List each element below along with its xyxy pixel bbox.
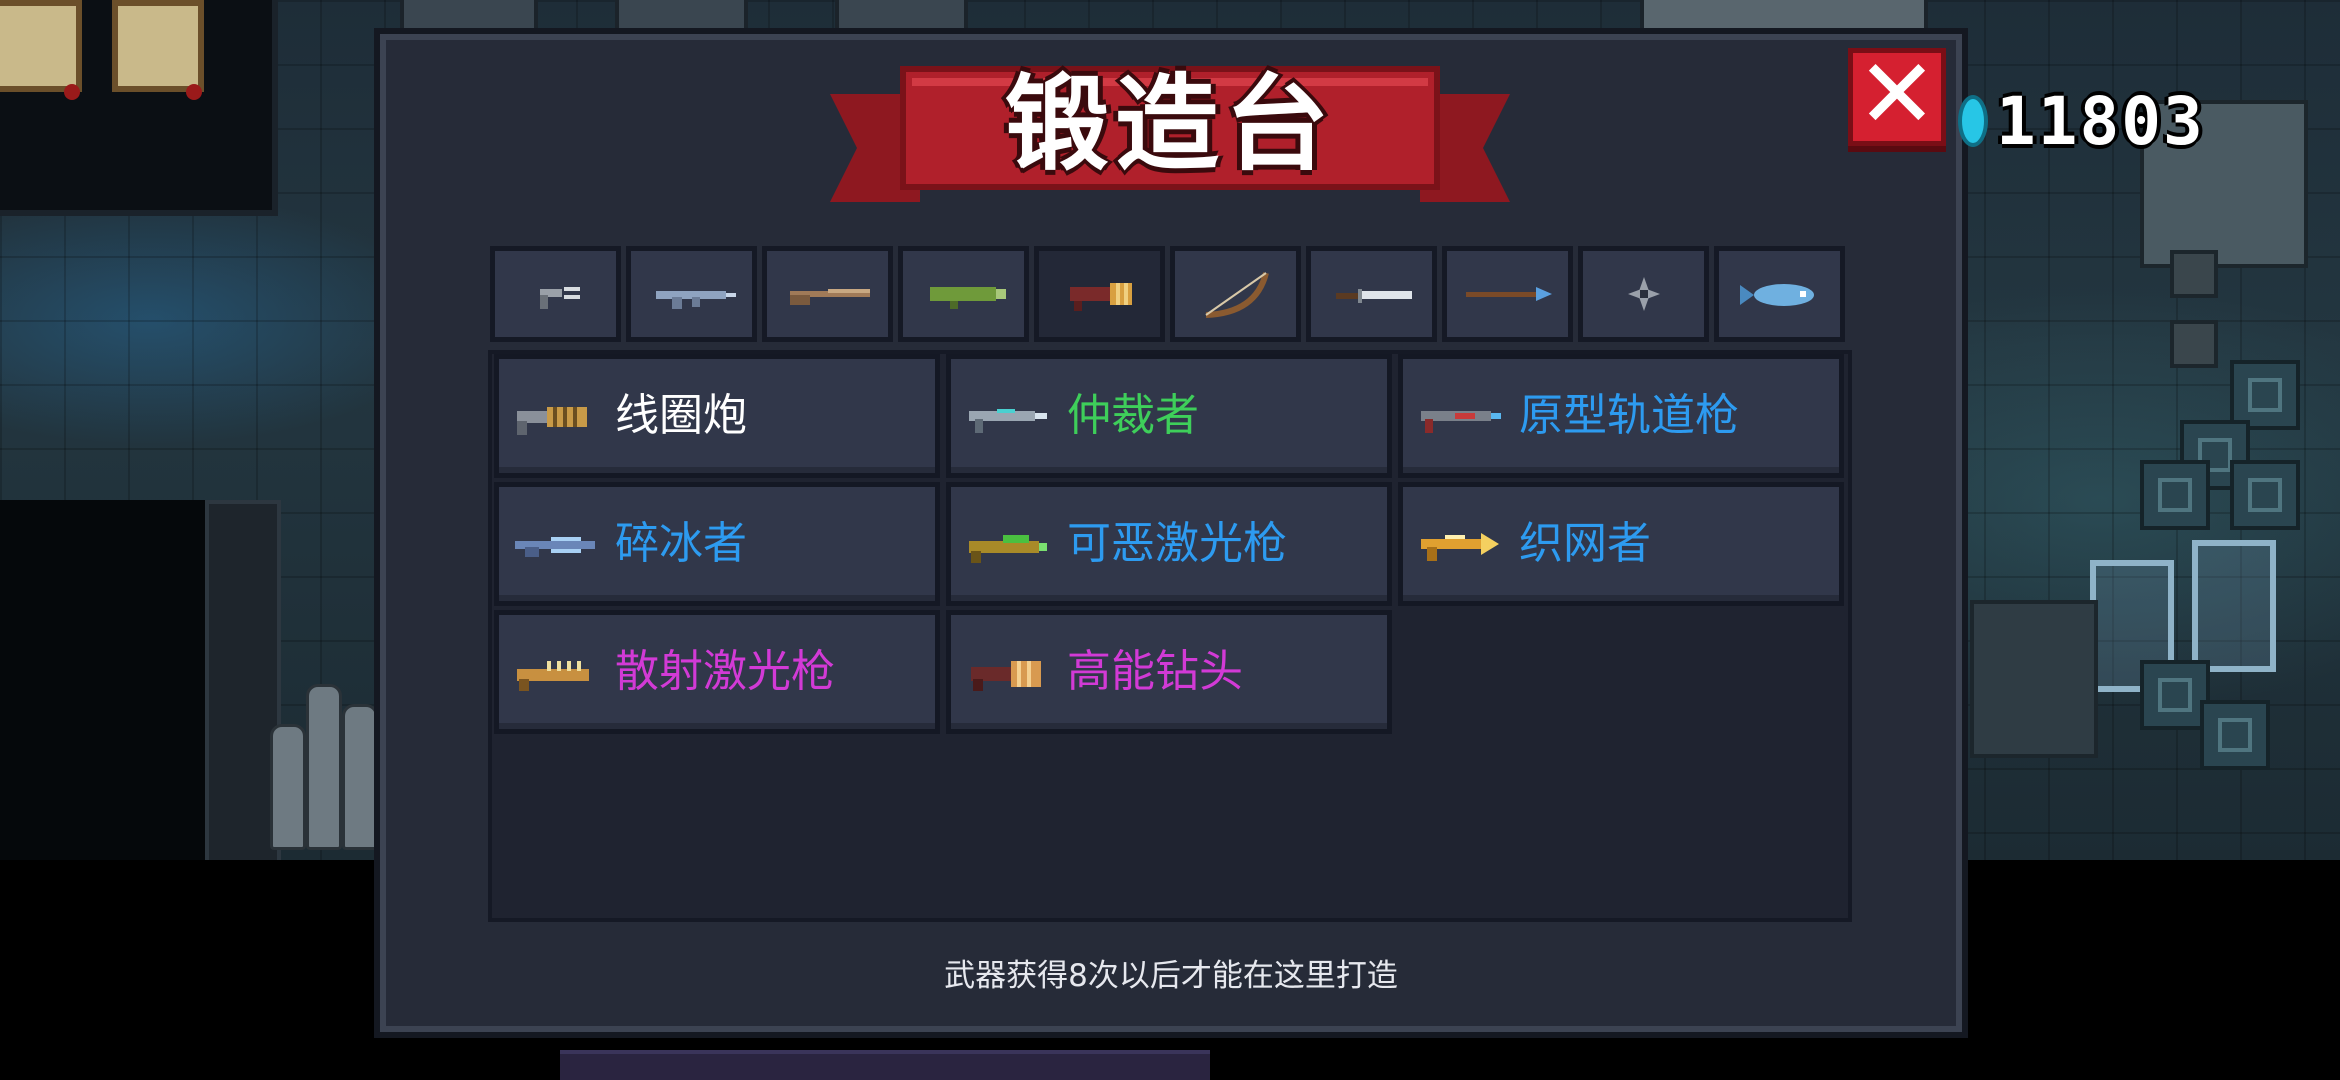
weapon-name: 散射激光枪 — [615, 646, 835, 697]
throwing-star-icon — [1627, 277, 1660, 311]
spear-icon — [1465, 287, 1552, 301]
coin-value: 11803 — [1996, 82, 2205, 160]
arbiter-icon — [969, 409, 1047, 433]
weapon-scatter-laser-gun[interactable]: 散射激光枪 — [494, 610, 940, 734]
close-icon: ✕ — [1856, 38, 1938, 150]
weapon-name: 仲裁者 — [1067, 390, 1199, 441]
forge-requirement-note: 武器获得8次以后才能在这里打造 — [944, 958, 1398, 994]
laser-cannon-icon — [1069, 283, 1132, 311]
gem-coin-icon — [1958, 95, 1988, 147]
coin-counter: 11803 — [1958, 83, 2205, 160]
scatter-laser-gun-icon — [517, 661, 589, 691]
weapon-name: 原型轨道枪 — [1519, 390, 1739, 441]
web-weaver-icon — [1421, 533, 1499, 561]
coil-cannon-icon — [517, 407, 587, 435]
tab-throwing-stars[interactable] — [1578, 246, 1709, 342]
prototype-railgun-icon — [1421, 411, 1501, 433]
bow-icon — [1204, 272, 1269, 318]
nasty-laser-gun-icon — [969, 535, 1047, 563]
pistol-icon — [539, 287, 580, 309]
tab-laser-cannons[interactable] — [1034, 246, 1165, 342]
weapon-coil-cannon[interactable]: 线圈炮 — [494, 354, 940, 478]
weapon-category-tabs — [490, 246, 1850, 342]
rifle-icon — [655, 291, 736, 309]
weapon-name: 高能钻头 — [1067, 646, 1243, 697]
wall-top-left — [0, 0, 278, 216]
tab-fish-weapons[interactable] — [1714, 246, 1845, 342]
tab-bows[interactable] — [1170, 246, 1301, 342]
tab-swords[interactable] — [1306, 246, 1437, 342]
tab-shotguns[interactable] — [762, 246, 893, 342]
wall-banner — [0, 0, 82, 100]
gas-tanks — [270, 620, 380, 850]
weapon-high-energy-drill[interactable]: 高能钻头 — [946, 610, 1392, 734]
weapon-name: 可恶激光枪 — [1067, 518, 1287, 569]
tab-rifles[interactable] — [626, 246, 757, 342]
sword-icon — [1335, 289, 1412, 303]
fish-weapon-icon — [1739, 284, 1814, 306]
high-energy-drill-icon — [971, 661, 1041, 691]
weapon-arbiter[interactable]: 仲裁者 — [946, 354, 1392, 478]
tab-spears[interactable] — [1442, 246, 1573, 342]
tab-launchers[interactable] — [898, 246, 1029, 342]
weapon-name: 织网者 — [1519, 518, 1651, 569]
weapon-prototype-railgun[interactable]: 原型轨道枪 — [1398, 354, 1844, 478]
weapon-nasty-laser-gun[interactable]: 可恶激光枪 — [946, 482, 1392, 606]
tab-pistols[interactable] — [490, 246, 621, 342]
weapon-name: 碎冰者 — [615, 518, 747, 569]
weapon-name: 线圈炮 — [615, 390, 747, 441]
wall-bottom-left — [0, 500, 212, 880]
weapon-ice-breaker[interactable]: 碎冰者 — [494, 482, 940, 606]
wall-banner — [112, 0, 204, 100]
ice-breaker-icon — [515, 537, 595, 557]
panel-title: 锻造台 — [1004, 63, 1335, 185]
title-ribbon: 锻造台 — [830, 66, 1510, 216]
shotgun-icon — [789, 289, 870, 305]
launcher-icon — [929, 287, 1006, 309]
close-button[interactable]: ✕ — [1848, 38, 1946, 150]
weapon-web-weaver[interactable]: 织网者 — [1398, 482, 1844, 606]
